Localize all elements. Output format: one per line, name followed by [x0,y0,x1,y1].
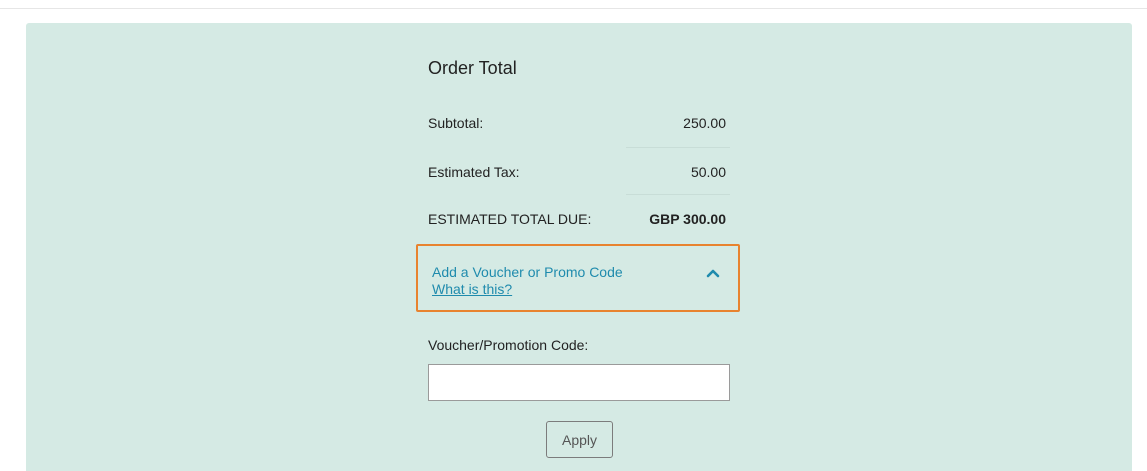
top-divider [0,8,1147,9]
total-row: ESTIMATED TOTAL DUE: GBP 300.00 [428,195,726,243]
tax-row: Estimated Tax: 50.00 [428,148,726,196]
subtotal-value: 250.00 [683,115,726,131]
tax-value: 50.00 [690,164,726,180]
subtotal-row: Subtotal: 250.00 [428,99,726,147]
order-summary-panel: Order Total Subtotal: 250.00 Estimated T… [26,23,1132,471]
what-is-this-link[interactable]: What is this? [432,281,512,297]
apply-button[interactable]: Apply [546,421,613,458]
voucher-toggle-label: Add a Voucher or Promo Code [432,264,623,280]
voucher-code-label: Voucher/Promotion Code: [428,337,589,353]
total-value: GBP 300.00 [649,211,726,227]
voucher-toggle[interactable]: Add a Voucher or Promo Code What is this… [416,244,740,312]
voucher-code-input[interactable] [428,364,730,401]
tax-label: Estimated Tax: [428,164,520,180]
subtotal-label: Subtotal: [428,115,484,131]
total-label: ESTIMATED TOTAL DUE: [428,211,592,227]
chevron-up-icon [706,269,720,278]
order-total-title: Order Total [428,58,517,78]
